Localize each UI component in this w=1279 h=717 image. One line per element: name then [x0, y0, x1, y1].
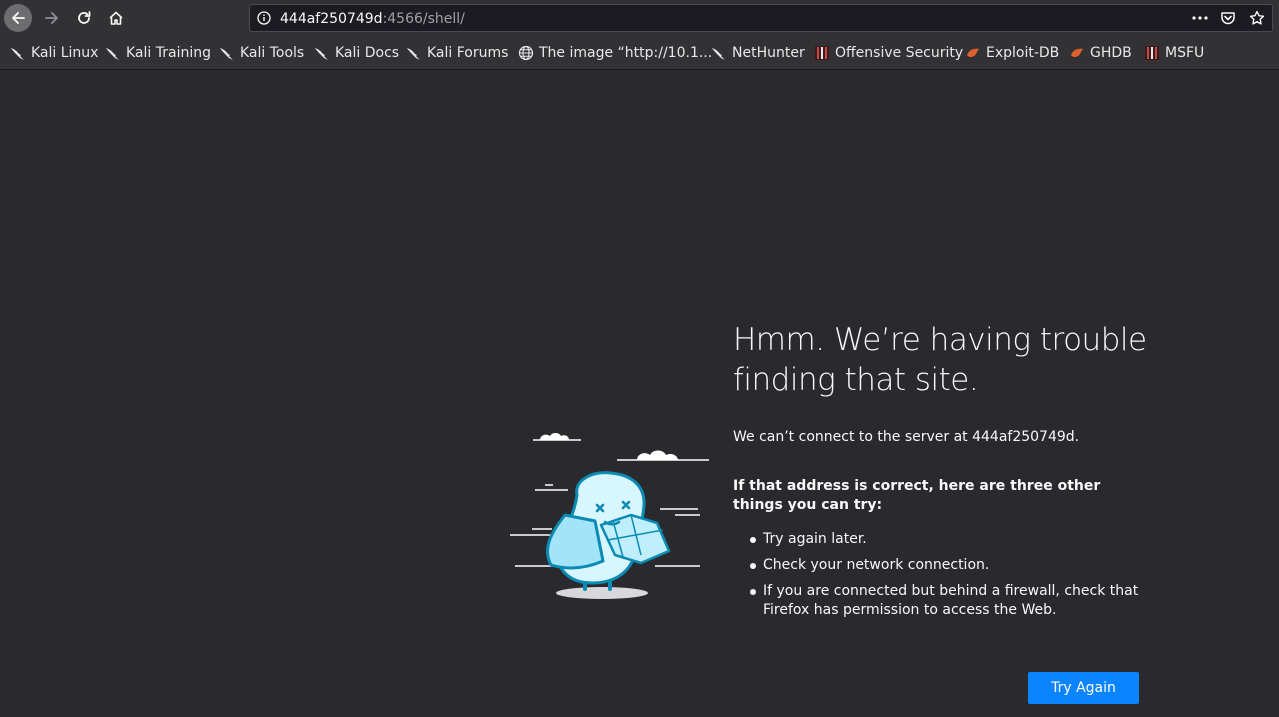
bookmark-label: The image “http://10.1...	[539, 45, 713, 61]
url-text[interactable]: 444af250749d:4566/shell/	[280, 10, 465, 28]
kali-dragon-icon	[105, 45, 121, 61]
bookmark-image-link[interactable]: The image “http://10.1...	[518, 43, 712, 63]
suggestions-intro: If that address is correct, here are thr…	[733, 478, 1101, 513]
kali-dragon-icon	[711, 45, 727, 61]
suggestion-item: If you are connected but behind a firewa…	[733, 582, 1143, 620]
forward-button[interactable]	[38, 4, 66, 32]
bookmark-nethunter[interactable]: NetHunter	[711, 43, 805, 63]
bookmarks-toolbar: Kali Linux Kali Training Kali Tools Kali…	[0, 36, 1279, 70]
bookmark-label: MSFU	[1165, 45, 1205, 61]
offsec-icon	[814, 45, 830, 61]
kali-dragon-icon	[219, 45, 235, 61]
pocket-button[interactable]	[1218, 9, 1238, 27]
bookmark-label: Offensive Security	[835, 45, 964, 61]
info-icon[interactable]	[257, 11, 271, 25]
url-path: :4566/shell/	[382, 11, 465, 27]
exploitdb-icon	[1069, 45, 1085, 61]
url-host: 444af250749d	[280, 11, 383, 27]
bookmark-label: Exploit-DB	[986, 45, 1060, 61]
kali-dragon-icon	[314, 45, 330, 61]
kali-dragon-icon	[406, 45, 422, 61]
suggestions-list: Try again later. Check your network conn…	[733, 530, 1143, 627]
bookmark-kali-training[interactable]: Kali Training	[105, 43, 211, 63]
address-bar[interactable]: 444af250749d:4566/shell/	[249, 4, 1273, 32]
arrow-left-icon	[12, 12, 25, 24]
kali-dragon-icon	[10, 45, 26, 61]
bookmark-label: Kali Training	[126, 45, 211, 61]
bookmark-kali-forums[interactable]: Kali Forums	[406, 43, 508, 63]
bookmark-star-button[interactable]	[1247, 9, 1267, 27]
nav-toolbar: 444af250749d:4566/shell/	[0, 0, 1279, 36]
lost-character-illustration	[510, 433, 709, 599]
reload-icon	[78, 11, 91, 24]
arrow-right-icon	[45, 12, 58, 24]
pocket-icon	[1221, 12, 1235, 25]
bookmark-kali-docs[interactable]: Kali Docs	[314, 43, 399, 63]
bookmark-label: NetHunter	[732, 45, 805, 61]
bookmark-msfu[interactable]: MSFU	[1144, 43, 1204, 63]
reload-button[interactable]	[70, 4, 98, 32]
back-button[interactable]	[4, 4, 32, 32]
bookmark-label: GHDB	[1090, 45, 1132, 61]
page-actions-button[interactable]	[1190, 9, 1210, 27]
error-title: Hmm. We’re having trouble finding that s…	[733, 322, 1147, 398]
exploitdb-icon	[965, 45, 981, 61]
error-description: We can’t connect to the server at 444af2…	[733, 429, 1080, 445]
bookmark-offensive-security[interactable]: Offensive Security	[814, 43, 963, 63]
bookmark-kali-tools[interactable]: Kali Tools	[219, 43, 304, 63]
bookmark-label: Kali Linux	[31, 45, 99, 61]
suggestion-item: Try again later.	[733, 530, 1143, 549]
bookmark-kali-linux[interactable]: Kali Linux	[10, 43, 98, 63]
globe-icon	[518, 45, 534, 61]
bookmark-ghdb[interactable]: GHDB	[1069, 43, 1132, 63]
bookmark-label: Kali Tools	[240, 45, 305, 61]
star-icon	[1249, 10, 1265, 25]
bookmark-label: Kali Docs	[335, 45, 400, 61]
try-again-button[interactable]: Try Again	[1028, 672, 1139, 704]
offsec-icon	[1144, 45, 1160, 61]
suggestion-item: Check your network connection.	[733, 556, 1143, 575]
home-button[interactable]	[102, 4, 130, 32]
bookmark-label: Kali Forums	[427, 45, 509, 61]
home-icon	[109, 11, 123, 25]
bookmark-exploit-db[interactable]: Exploit-DB	[965, 43, 1059, 63]
ellipsis-icon	[1192, 16, 1208, 20]
